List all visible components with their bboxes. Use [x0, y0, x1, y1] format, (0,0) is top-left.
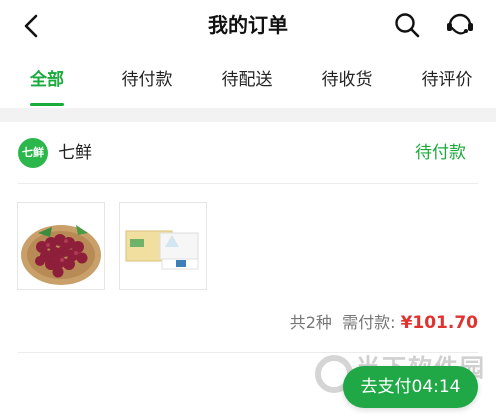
- divider: [18, 352, 478, 353]
- tab-pending-delivery[interactable]: 待配送: [212, 52, 282, 104]
- store-logo: 七鲜: [18, 138, 48, 168]
- grapes-product-image[interactable]: [17, 202, 105, 290]
- active-tab-indicator: [30, 103, 64, 106]
- order-tabs: 全部 待付款 待配送 待收货 待评价: [0, 52, 496, 104]
- order-amount: ¥101.70: [400, 313, 478, 333]
- divider: [18, 183, 478, 184]
- search-icon[interactable]: [390, 8, 424, 42]
- order-store-row[interactable]: 七鲜 七鲜 待付款: [0, 122, 496, 184]
- order-summary: 共2种 需付款: ¥101.70: [290, 310, 478, 336]
- tab-pending-receipt[interactable]: 待收货: [312, 52, 382, 104]
- customer-service-icon[interactable]: [442, 8, 478, 42]
- order-status: 待付款: [415, 143, 466, 163]
- need-pay-label: 需付款:: [342, 313, 396, 332]
- tab-pending-review[interactable]: 待评价: [412, 52, 482, 104]
- item-count: 共2种: [289, 313, 332, 332]
- tab-pending-payment[interactable]: 待付款: [112, 52, 182, 104]
- pay-now-button[interactable]: 去支付04:14: [343, 366, 478, 408]
- tissue-paper-product-image[interactable]: [119, 202, 207, 290]
- top-bar: 我的订单: [0, 0, 496, 52]
- section-gap: [0, 108, 496, 122]
- tab-all[interactable]: 全部: [18, 52, 76, 104]
- store-name: 七鲜: [58, 143, 92, 163]
